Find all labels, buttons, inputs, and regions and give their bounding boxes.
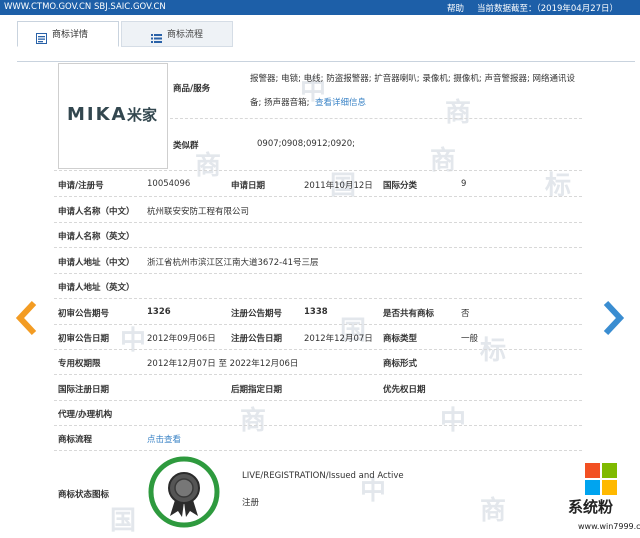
reg-pub-no-label: 注册公告期号	[231, 309, 283, 319]
tab-detail-icon	[36, 29, 47, 55]
exclusive-period-value: 2012年12月07日 至 2022年12月06日	[147, 359, 299, 369]
watermark-char: 商	[445, 98, 472, 128]
address-cn-label: 申请人地址（中文）	[58, 258, 135, 268]
shared-label: 是否共有商标	[383, 309, 435, 319]
reg-no-label: 申请/注册号	[58, 181, 104, 191]
divider	[54, 273, 582, 275]
divider	[54, 324, 582, 326]
agent-label: 代理/办理机构	[58, 410, 113, 420]
app-date-label: 申请日期	[231, 181, 266, 191]
flow-label: 商标流程	[58, 435, 93, 445]
exclusive-period-label: 专用权期限	[58, 359, 101, 369]
divider	[54, 298, 582, 300]
divider	[54, 374, 582, 376]
brand-name: 系统粉	[568, 498, 614, 516]
site-url[interactable]: WWW.CTMO.GOV.CN SBJ.SAIC.GOV.CN	[4, 2, 166, 12]
intl-class-label: 国际分类	[383, 181, 418, 191]
class-group-value: 0907;0908;0912;0920;	[257, 139, 355, 149]
logo-latin: MIKA	[67, 104, 128, 125]
status-cn: 注册	[242, 498, 260, 508]
divider	[54, 400, 582, 402]
certificate-badge-icon	[148, 456, 220, 528]
reg-pub-date-label: 注册公告日期	[231, 334, 283, 344]
watermark-char: 商	[240, 406, 267, 436]
goods-label: 商品/服务	[173, 84, 211, 94]
tab-label: 商标流程	[167, 30, 204, 40]
address-cn-value: 浙江省杭州市滨江区江南大道3672-41号三层	[147, 258, 319, 268]
arrow-right-icon[interactable]	[600, 300, 626, 336]
reg-pub-no-value: 1338	[304, 307, 328, 317]
watermark-char: 商	[480, 496, 507, 526]
reg-pub-date-value: 2012年12月07日	[304, 334, 373, 344]
prelim-no-value: 1326	[147, 307, 171, 317]
logo-cn: 米家	[127, 106, 158, 124]
tab-flow-icon	[151, 29, 162, 55]
flow-view-link[interactable]: 点击查看	[147, 433, 181, 445]
intl-reg-date-label: 国际注册日期	[58, 385, 110, 395]
goods-detail-link[interactable]: 查看详细信息	[315, 96, 366, 108]
divider	[54, 170, 582, 172]
tab-divider	[17, 61, 635, 62]
arrow-left-icon[interactable]	[14, 300, 40, 336]
data-date: 当前数据截至：（2019年04月27日）	[477, 4, 619, 14]
prelim-no-label: 初审公告期号	[58, 309, 110, 319]
trademark-image: MIKA 米家	[58, 63, 168, 169]
top-bar: WWW.CTMO.GOV.CN SBJ.SAIC.GOV.CN 帮助 当前数据截…	[0, 0, 640, 15]
applicant-en-label: 申请人名称（英文）	[58, 232, 135, 242]
tab-bar: 商标详情 商标流程	[0, 15, 640, 62]
watermark-char: 中	[440, 406, 467, 436]
intl-class-value: 9	[461, 179, 467, 189]
applicant-cn-label: 申请人名称（中文）	[58, 207, 135, 217]
help-link[interactable]: 帮助	[447, 2, 464, 14]
later-date-label: 后期指定日期	[231, 385, 283, 395]
status-en: LIVE/REGISTRATION/Issued and Active	[242, 471, 404, 481]
mark-form-label: 商标形式	[383, 359, 418, 369]
divider	[54, 247, 582, 249]
priority-date-label: 优先权日期	[383, 385, 426, 395]
shared-value: 否	[461, 309, 470, 319]
divider	[54, 222, 582, 224]
goods-value-line2: 备; 扬声器音箱;	[250, 98, 310, 108]
tab-trademark-flow[interactable]: 商标流程	[121, 21, 233, 47]
tab-trademark-detail[interactable]: 商标详情	[17, 21, 119, 47]
address-en-label: 申请人地址（英文）	[58, 283, 135, 293]
windows-logo-icon	[585, 463, 617, 495]
divider	[54, 450, 582, 452]
reg-no-value: 10054096	[147, 179, 191, 189]
watermark-char: 国	[110, 506, 137, 536]
brand-url: www.win7999.com	[578, 522, 640, 531]
class-group-label: 类似群	[173, 141, 199, 151]
applicant-cn-value: 杭州联安安防工程有限公司	[147, 207, 250, 217]
divider	[54, 425, 582, 427]
goods-value-line1: 报警器; 电锁; 电线; 防盗报警器; 扩音器喇叭; 录像机; 摄像机; 声音警…	[250, 74, 576, 84]
prelim-date-label: 初审公告日期	[58, 334, 110, 344]
status-icon-label: 商标状态图标	[58, 490, 110, 500]
prelim-date-value: 2012年09月06日	[147, 334, 216, 344]
app-date-value: 2011年10月12日	[304, 181, 373, 191]
mark-type-label: 商标类型	[383, 334, 418, 344]
divider	[170, 118, 582, 120]
mark-type-value: 一般	[461, 334, 479, 344]
divider	[54, 349, 582, 351]
tab-label: 商标详情	[52, 30, 89, 40]
divider	[54, 196, 582, 198]
